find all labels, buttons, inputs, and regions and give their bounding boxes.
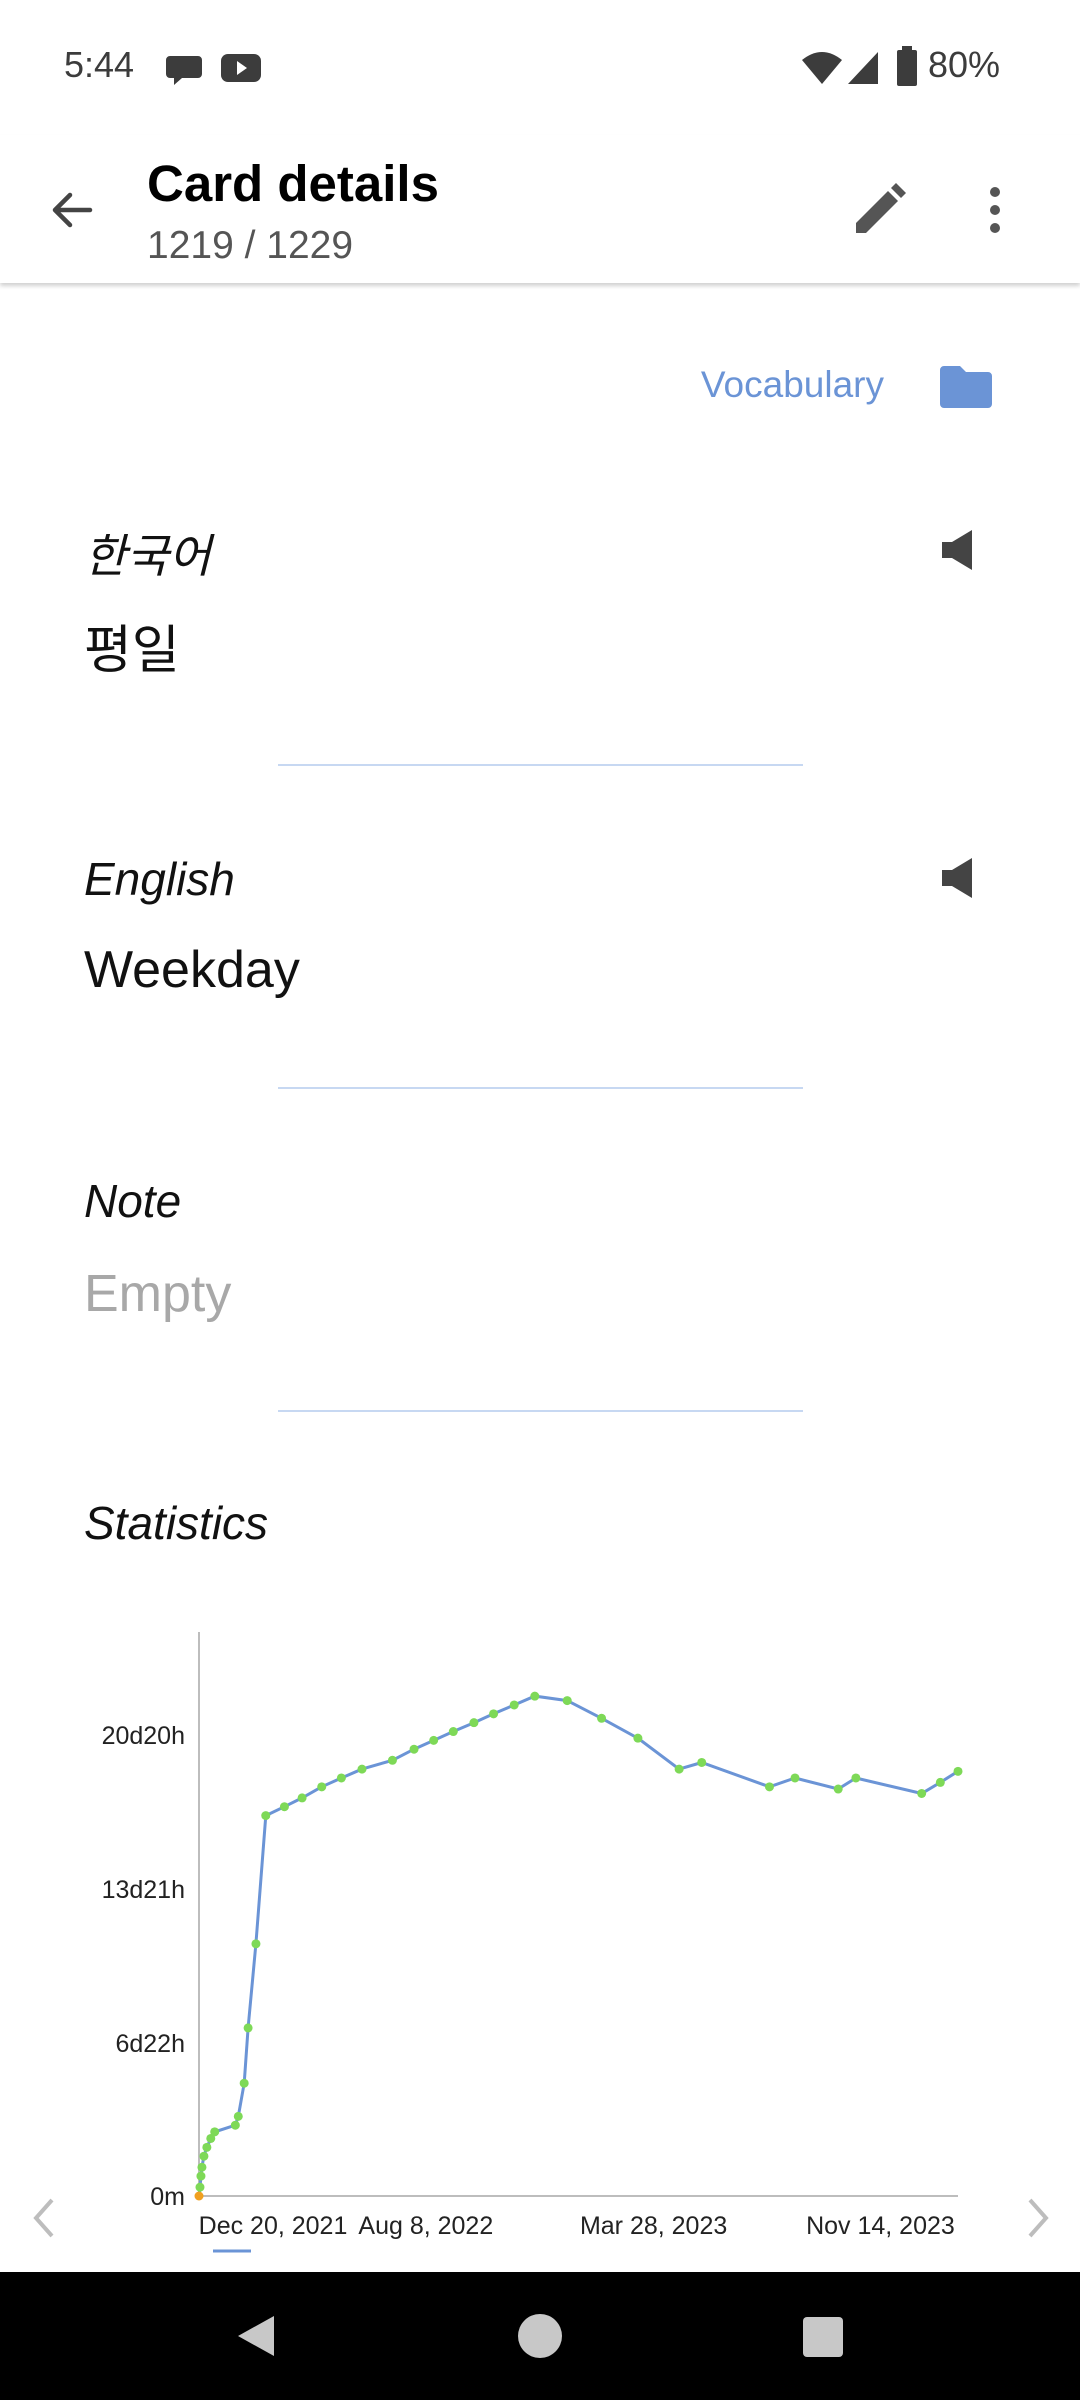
chevron-left-icon[interactable] [28, 2196, 58, 2240]
data-point [562, 1696, 572, 1706]
card-position: 1219 / 1229 [147, 224, 354, 267]
system-nav-bar [0, 2272, 1080, 2400]
y-tick-label: 20d20h [102, 1722, 185, 1750]
back-arrow-icon[interactable] [46, 185, 96, 235]
statistics-title: Statistics [84, 1497, 269, 1549]
status-bar: 5:44 80% [0, 0, 1080, 135]
status-battery-percent: 80% [928, 44, 1001, 85]
data-point [317, 1782, 327, 1792]
data-point [357, 1764, 367, 1774]
data-point [279, 1802, 289, 1812]
y-tick-label: 13d21h [102, 1876, 185, 1904]
deck-name[interactable]: Vocabulary [701, 364, 884, 406]
data-point [261, 1811, 271, 1821]
data-point [251, 1939, 261, 1949]
data-point [509, 1700, 519, 1710]
x-tick-label: Aug 8, 2022 [358, 2212, 493, 2240]
chat-bubble-icon [166, 56, 202, 85]
data-point [489, 1709, 499, 1719]
data-point [953, 1766, 963, 1776]
x-tick-label: Dec 20, 2021 [199, 2212, 348, 2240]
data-point [243, 2023, 253, 2033]
x-tick-label: Mar 28, 2023 [580, 2212, 727, 2240]
field-value-korean: 평일 [84, 622, 180, 680]
data-point [199, 2151, 209, 2161]
data-point [790, 1773, 800, 1783]
field-divider [278, 1410, 803, 1412]
chevron-right-icon[interactable] [1024, 2196, 1054, 2240]
field-divider [278, 1087, 803, 1089]
data-point [387, 1755, 397, 1765]
y-tick-label: 0m [150, 2183, 185, 2211]
data-point [530, 1691, 540, 1701]
data-point [196, 2171, 206, 2181]
series-line [197, 1694, 959, 2197]
data-point [194, 2191, 204, 2201]
data-point [202, 2142, 212, 2152]
data-point [197, 2162, 207, 2172]
wifi-icon [802, 52, 842, 84]
x-tick-label: Nov 14, 2023 [806, 2212, 955, 2240]
data-point [764, 1782, 774, 1792]
field-value-english: Weekday [84, 941, 300, 999]
field-label-note: Note [84, 1175, 182, 1227]
data-point [597, 1713, 607, 1723]
data-point [469, 1718, 479, 1728]
data-point [833, 1784, 843, 1794]
data-point [230, 2120, 240, 2130]
field-label-english: English [84, 853, 235, 905]
y-tick-label: 6d22h [115, 2030, 185, 2058]
data-point [674, 1764, 684, 1774]
speaker-icon[interactable] [940, 856, 976, 900]
data-point [851, 1773, 861, 1783]
data-point [917, 1788, 927, 1798]
field-label-korean: 한국어 [84, 530, 211, 582]
nav-back-icon[interactable] [234, 2312, 278, 2360]
data-point [195, 2182, 205, 2192]
data-point [233, 2111, 243, 2121]
data-point [448, 1727, 458, 1737]
edit-pencil-icon[interactable] [852, 183, 906, 237]
data-point [409, 1744, 419, 1754]
youtube-icon [221, 54, 261, 82]
nav-recents-icon[interactable] [802, 2316, 844, 2358]
folder-icon[interactable] [938, 364, 994, 408]
data-point [429, 1735, 439, 1745]
nav-home-icon[interactable] [516, 2312, 564, 2360]
status-time: 5:44 [64, 44, 135, 85]
page-title: Card details [147, 155, 439, 212]
data-point [697, 1757, 707, 1767]
data-point [935, 1777, 945, 1787]
data-point [336, 1773, 346, 1783]
cellular-signal-icon [848, 52, 878, 84]
interval-chart: 0m 6d22h 13d21h 20d20h Dec 20, 2021 Aug 8, 2… [102, 1632, 963, 2253]
field-divider [278, 764, 803, 766]
data-point [633, 1733, 643, 1743]
data-point [210, 2127, 220, 2137]
data-point [297, 1793, 307, 1803]
data-point [239, 2078, 249, 2088]
field-value-note: Empty [84, 1265, 232, 1323]
speaker-icon[interactable] [940, 528, 976, 572]
more-vert-icon[interactable] [980, 185, 1010, 235]
battery-icon [897, 46, 917, 86]
